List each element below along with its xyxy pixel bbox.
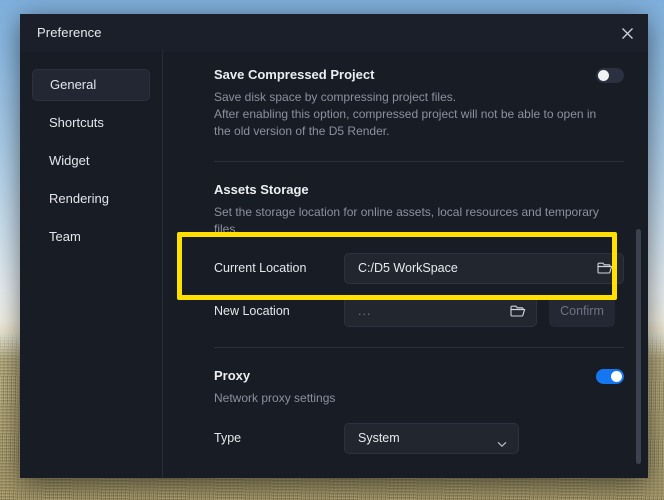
sidebar-item-label: Team — [49, 229, 81, 244]
preference-dialog: Preference General Shortcuts Widget Rend… — [20, 14, 648, 478]
description-line-1: Set the storage location for online asse… — [214, 205, 599, 219]
section-save-compressed-project: Save Compressed Project Save disk space … — [164, 51, 648, 140]
new-location-input[interactable]: ... — [344, 295, 537, 327]
proxy-type-select[interactable]: System — [344, 422, 519, 454]
current-location-browse-button[interactable] — [597, 261, 613, 277]
chevron-down-icon — [497, 435, 507, 453]
folder-icon — [510, 305, 526, 317]
new-location-browse-button[interactable] — [510, 304, 526, 320]
screen: Preference General Shortcuts Widget Rend… — [0, 0, 664, 500]
toggle-knob — [598, 70, 609, 81]
section-title: Proxy — [214, 368, 251, 383]
section-description: Set the storage location for online asse… — [214, 204, 624, 238]
description-line-1: Save disk space by compressing project f… — [214, 90, 457, 104]
proxy-type-row: Type System — [214, 422, 624, 454]
settings-content: Save Compressed Project Save disk space … — [164, 51, 648, 478]
section-title: Assets Storage — [214, 182, 309, 197]
dialog-titlebar[interactable]: Preference — [20, 14, 648, 52]
sidebar-item-label: General — [50, 77, 97, 92]
section-assets-storage: Assets Storage Set the storage location … — [164, 162, 648, 327]
section-description: Save disk space by compressing project f… — [214, 89, 624, 140]
current-location-label: Current Location — [214, 261, 307, 275]
new-location-row: New Location ... Confirm — [214, 295, 624, 327]
description-line-2: After enabling this option, compressed p… — [214, 107, 597, 121]
section-title: Save Compressed Project — [214, 67, 375, 82]
sidebar-item-label: Rendering — [49, 191, 109, 206]
sidebar-item-label: Widget — [49, 153, 90, 168]
proxy-type-label: Type — [214, 431, 242, 445]
folder-icon — [597, 262, 613, 274]
sidebar-item-team[interactable]: Team — [32, 221, 150, 253]
save-compressed-toggle[interactable] — [596, 68, 624, 83]
scrollbar-thumb[interactable] — [636, 229, 641, 464]
proxy-toggle[interactable] — [596, 369, 624, 384]
sidebar-item-label: Shortcuts — [49, 115, 104, 130]
new-location-label: New Location — [214, 304, 290, 318]
description-line-3: the old version of the D5 Render. — [214, 124, 390, 138]
current-location-row: Current Location C:/D5 WorkSpace — [214, 252, 624, 284]
proxy-type-value: System — [358, 431, 400, 445]
confirm-button[interactable]: Confirm — [549, 295, 615, 327]
current-location-input[interactable]: C:/D5 WorkSpace — [344, 252, 624, 284]
sidebar-item-general[interactable]: General — [32, 69, 150, 101]
new-location-placeholder: ... — [358, 304, 372, 318]
content-scrollbar[interactable] — [635, 51, 643, 478]
close-icon — [621, 27, 633, 39]
current-location-value: C:/D5 WorkSpace — [358, 261, 458, 275]
dialog-title: Preference — [37, 25, 102, 40]
sidebar-item-rendering[interactable]: Rendering — [32, 183, 150, 215]
close-button[interactable] — [612, 18, 642, 48]
section-proxy: Proxy Network proxy settings Type System — [164, 348, 648, 454]
toggle-knob — [611, 371, 622, 382]
sidebar-item-widget[interactable]: Widget — [32, 145, 150, 177]
section-description: Network proxy settings — [214, 391, 336, 405]
description-line-2: files. — [214, 222, 239, 236]
sidebar: General Shortcuts Widget Rendering Team — [20, 51, 163, 478]
sidebar-item-shortcuts[interactable]: Shortcuts — [32, 107, 150, 139]
